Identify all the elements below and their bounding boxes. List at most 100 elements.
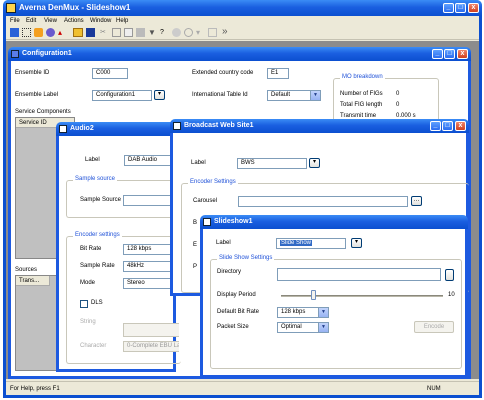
- character-label: Character: [80, 343, 107, 349]
- default-bitrate-label: Default Bit Rate: [217, 309, 260, 315]
- display-period-slider-track[interactable]: [281, 295, 443, 297]
- dls-label: DLS: [91, 300, 103, 306]
- audio-label-field[interactable]: DAB Audio: [124, 155, 174, 166]
- help-pointer-icon[interactable]: ?: [160, 28, 169, 37]
- encode-button[interactable]: Encode: [414, 321, 454, 333]
- bws-minimize-icon[interactable]: _: [430, 121, 441, 131]
- config-title-bar[interactable]: Configuration1 _ □ x: [8, 47, 471, 61]
- bws-hidden-label-3: P: [193, 264, 198, 270]
- delete-icon[interactable]: [208, 28, 217, 37]
- string-label: String: [80, 319, 96, 325]
- open-icon[interactable]: [73, 28, 83, 37]
- trans-header-text: Trans...: [19, 278, 40, 284]
- ensemble-id-field[interactable]: C000: [92, 68, 128, 79]
- bws-title: Broadcast Web Site1: [184, 122, 254, 129]
- menu-help[interactable]: Help: [116, 16, 128, 26]
- display-period-label: Display Period: [217, 292, 256, 298]
- trans-column-header[interactable]: Trans...: [16, 276, 50, 286]
- directory-field[interactable]: [277, 268, 441, 281]
- bws-title-bar[interactable]: Broadcast Web Site1 _ □ x: [170, 119, 469, 133]
- slideshow-title: Slideshow1: [214, 218, 253, 225]
- slideshow-title-bar[interactable]: Slideshow1: [200, 215, 468, 229]
- audio-window-icon: [59, 125, 67, 133]
- menu-actions[interactable]: Actions: [64, 16, 84, 26]
- carousel-field[interactable]: [238, 196, 408, 207]
- info-icon[interactable]: [184, 28, 193, 37]
- dls-checkbox[interactable]: [80, 300, 88, 308]
- slideshow-label-field[interactable]: Slide Show: [276, 238, 346, 249]
- slideshow-window: Label Slide Show ▾ Slide Show Settings D…: [200, 229, 468, 378]
- copy-icon[interactable]: [112, 28, 121, 37]
- status-help-text: For Help, press F1: [10, 386, 60, 392]
- mo-figs-label: Number of FIGs: [340, 91, 383, 97]
- audio-title: Audio2: [70, 125, 94, 132]
- bws-encoder-title: Encoder Settings: [188, 179, 238, 185]
- config-maximize-icon[interactable]: □: [444, 49, 455, 59]
- slideshow-label-more-button[interactable]: ▾: [351, 238, 362, 248]
- audio-icon[interactable]: [34, 28, 43, 37]
- sample-source-title: Sample source: [73, 176, 118, 182]
- slideshow-window-icon: [203, 218, 211, 226]
- samplerate-label: Sample Rate: [80, 263, 115, 269]
- save-icon[interactable]: [86, 28, 95, 37]
- service-id-header-text: Service ID: [19, 120, 47, 126]
- bws-label-field[interactable]: BWS: [237, 158, 307, 169]
- chevron-down-icon[interactable]: ▼: [310, 91, 320, 100]
- itable-label: International Table Id: [192, 92, 248, 98]
- status-num: NUM: [427, 386, 441, 392]
- print-icon[interactable]: [136, 28, 145, 37]
- bws-close-icon[interactable]: x: [455, 121, 466, 131]
- display-period-slider-thumb[interactable]: [311, 290, 316, 300]
- audio-window: Label DAB Audio Sample source Sample Sou…: [56, 136, 181, 372]
- start-icon[interactable]: [172, 28, 181, 37]
- stop-icon[interactable]: ▾: [196, 28, 205, 37]
- arrow-icon[interactable]: ▴: [58, 28, 67, 37]
- config-close-icon[interactable]: x: [457, 49, 468, 59]
- bws-maximize-icon[interactable]: □: [442, 121, 453, 131]
- minimize-icon[interactable]: _: [443, 3, 454, 13]
- paste-icon[interactable]: [124, 28, 133, 37]
- ensemble-label-more-button[interactable]: ▾: [154, 90, 165, 100]
- filter-icon[interactable]: ▼: [148, 28, 157, 37]
- menu-edit[interactable]: Edit: [26, 16, 36, 26]
- status-bar: For Help, press F1 NUM: [6, 381, 479, 395]
- packet-size-label: Packet Size: [217, 324, 249, 330]
- chevron-down-icon[interactable]: ▼: [318, 323, 328, 332]
- itable-select[interactable]: Default ▼: [267, 90, 321, 101]
- menu-window[interactable]: Window: [90, 16, 111, 26]
- cut-icon[interactable]: ✂: [100, 28, 109, 37]
- bws-label-more-button[interactable]: ▾: [309, 158, 320, 168]
- chevron-down-icon[interactable]: ▼: [318, 308, 328, 317]
- carousel-browse-button[interactable]: …: [411, 196, 422, 206]
- new-icon[interactable]: [10, 28, 19, 37]
- menu-view[interactable]: View: [44, 16, 57, 26]
- bws-hidden-label-1: B: [193, 220, 198, 226]
- ecc-field[interactable]: E1: [267, 68, 289, 79]
- grid-icon[interactable]: [22, 28, 31, 37]
- audio-title-bar[interactable]: Audio2: [56, 122, 176, 136]
- close-icon[interactable]: x: [468, 3, 479, 13]
- directory-browse-button[interactable]: [445, 269, 454, 281]
- packet-size-select[interactable]: Optimal ▼: [277, 322, 329, 333]
- config-minimize-icon[interactable]: _: [432, 49, 443, 59]
- bitrate-label: Bit Rate: [80, 246, 102, 252]
- mo-figs-value: 0: [396, 91, 400, 97]
- character-field[interactable]: 0-Complete EBU Latin...: [123, 341, 179, 352]
- string-field[interactable]: [123, 323, 179, 337]
- ensemble-label-field[interactable]: Configuration1: [92, 90, 152, 101]
- menu-file[interactable]: File: [10, 16, 20, 26]
- config-title: Configuration1: [22, 50, 72, 57]
- service-components-label: Service Components: [15, 109, 71, 115]
- slideshow-label-value: Slide Show: [280, 240, 313, 246]
- slideshow-label-label: Label: [216, 240, 231, 246]
- sample-source-group: Sample source Sample Source: [66, 176, 181, 218]
- default-bitrate-select[interactable]: 128 kbps ▼: [277, 307, 329, 318]
- packet-size-value: Optimal: [281, 324, 302, 330]
- app-title: Averna DenMux - Slideshow1: [19, 3, 131, 12]
- maximize-icon[interactable]: □: [455, 3, 466, 13]
- encoder-settings-title: Encoder settings: [73, 232, 122, 238]
- more-icon[interactable]: »: [222, 26, 234, 38]
- app-title-bar[interactable]: Averna DenMux - Slideshow1 _ □ x: [3, 0, 482, 16]
- data-icon[interactable]: [46, 28, 55, 37]
- bws-window-icon: [173, 122, 181, 130]
